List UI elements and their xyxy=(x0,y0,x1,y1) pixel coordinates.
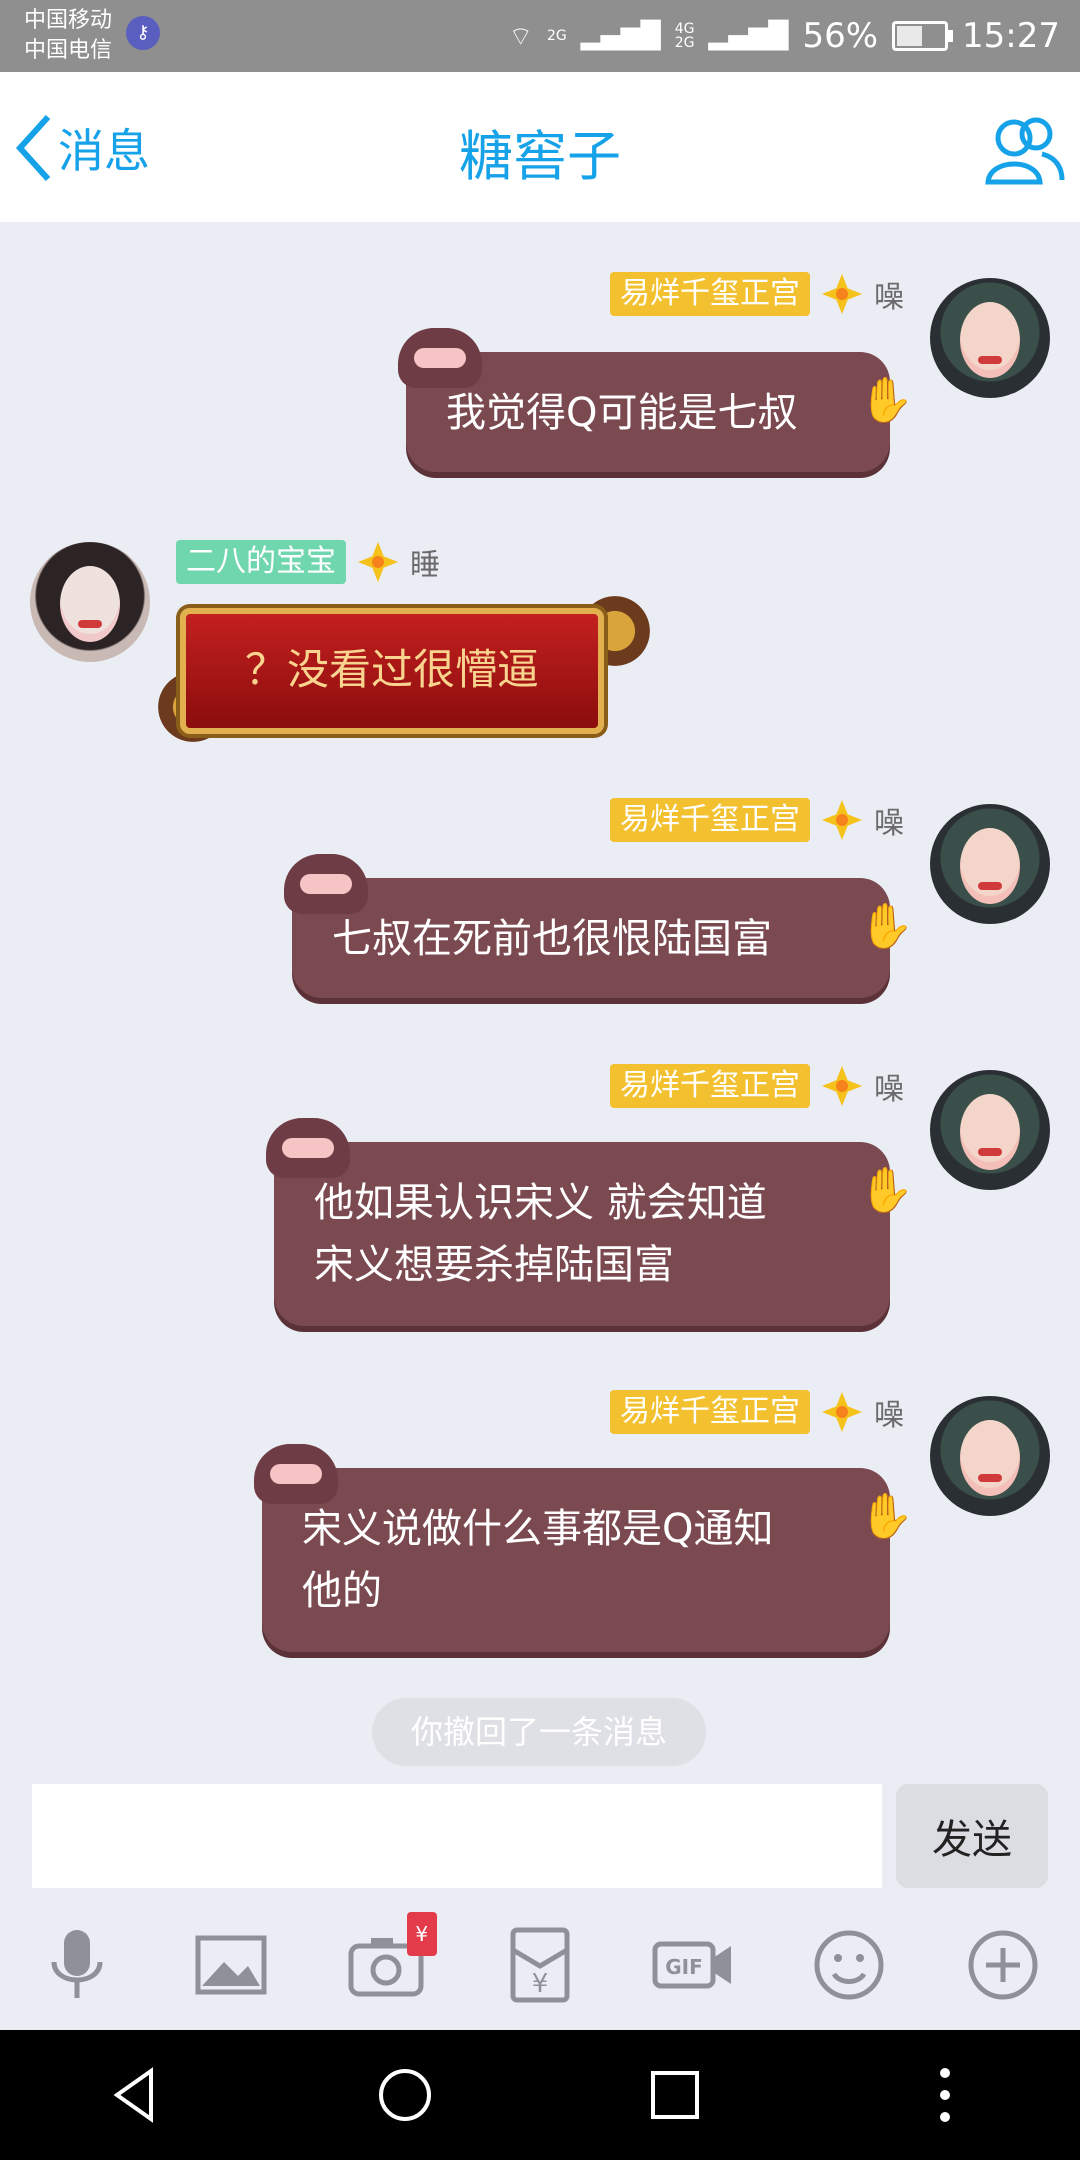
avatar[interactable] xyxy=(930,804,1050,924)
gif-button[interactable]: GIF xyxy=(649,1920,739,2010)
avatar[interactable] xyxy=(30,542,150,662)
battery-icon xyxy=(892,21,954,51)
avatar[interactable] xyxy=(930,278,1050,398)
sender-title-tag: 易烊千玺正宫 xyxy=(610,798,810,842)
back-triangle-icon xyxy=(113,2067,153,2123)
ninja-decoration-icon xyxy=(284,854,368,914)
status-bar: 中国移动 中国电信 ⚷ ⌔ 2G ▂▄▆█ 4G 2G ▂▄▆█ 56% 15:… xyxy=(0,0,1080,72)
message-text: 七叔在死前也很恨陆国富 xyxy=(332,916,772,962)
hand-decoration-icon: ✋ xyxy=(859,375,914,426)
carrier-info: 中国移动 中国电信 xyxy=(24,6,112,66)
image-icon xyxy=(195,1935,267,1995)
message-bubble[interactable]: 七叔在死前也很恨陆国富 ✋ xyxy=(284,854,914,998)
diamond-icon xyxy=(822,800,862,840)
sender-status: 噪 xyxy=(874,280,904,315)
sender-meta: 易烊千玺正宫 噪 xyxy=(610,272,904,316)
system-nav-bar xyxy=(0,2030,1080,2160)
avatar[interactable] xyxy=(930,1396,1050,1516)
message-input[interactable] xyxy=(32,1784,882,1888)
avatar[interactable] xyxy=(930,1070,1050,1190)
nav-more-button[interactable] xyxy=(905,2055,985,2135)
chat-header: 消息 糖窖子 xyxy=(0,72,1080,222)
sender-status: 噪 xyxy=(874,1072,904,1107)
sender-status: 噪 xyxy=(874,1398,904,1433)
plus-icon xyxy=(968,1930,1038,2000)
diamond-icon xyxy=(358,542,398,582)
battery-percent: 56% xyxy=(802,16,879,56)
nav-back-button[interactable] xyxy=(95,2055,175,2135)
ninja-decoration-icon xyxy=(398,328,482,388)
red-packet-button[interactable]: ¥ xyxy=(495,1920,585,2010)
message-text: 他如果认识宋义 就会知道 宋义想要杀掉陆国富 xyxy=(314,1180,767,1288)
hand-decoration-icon: ✋ xyxy=(859,901,914,952)
sender-meta: 易烊千玺正宫 噪 xyxy=(610,1390,904,1434)
recall-notice: 你撤回了一条消息 xyxy=(372,1698,706,1766)
gif-icon: GIF xyxy=(652,1941,732,1989)
chat-title: 糖窖子 xyxy=(459,125,621,188)
input-toolbar: ¥ ¥ GIF xyxy=(0,1910,1080,2020)
hand-decoration-icon: ✋ xyxy=(859,1491,914,1542)
nav-home-button[interactable] xyxy=(365,2055,445,2135)
message-text: 宋义说做什么事都是Q通知 他的 xyxy=(302,1506,774,1614)
sender-status: 睡 xyxy=(410,548,440,583)
svg-text:¥: ¥ xyxy=(532,1969,549,1999)
send-button[interactable]: 发送 xyxy=(896,1784,1048,1888)
input-bar: 发送 ¥ ¥ GIF xyxy=(0,1770,1080,2030)
sender-title-tag: 易烊千玺正宫 xyxy=(610,1064,810,1108)
nav-recents-button[interactable] xyxy=(635,2055,715,2135)
camera-button[interactable]: ¥ xyxy=(341,1912,437,2010)
signal-icon-2: ▂▄▆█ xyxy=(708,21,789,51)
ninja-decoration-icon xyxy=(254,1444,338,1504)
clock: 15:27 xyxy=(962,16,1060,56)
vpn-key-icon: ⚷ xyxy=(126,16,160,50)
diamond-icon xyxy=(822,1066,862,1106)
message-bubble[interactable]: 宋义说做什么事都是Q通知 他的 ✋ xyxy=(254,1444,914,1652)
ninja-decoration-icon xyxy=(266,1118,350,1178)
sender-status: 噪 xyxy=(874,806,904,841)
message-bubble-red[interactable]: ？没看过很懵逼 xyxy=(180,608,604,734)
recents-square-icon xyxy=(651,2071,699,2119)
carrier-2: 中国电信 xyxy=(24,38,113,63)
sender-title-tag: 易烊千玺正宫 xyxy=(610,1390,810,1434)
emoji-icon xyxy=(814,1930,884,2000)
svg-text:GIF: GIF xyxy=(666,1955,704,1979)
more-vert-icon xyxy=(940,2068,950,2122)
message-bubble[interactable]: 我觉得Q可能是七叔 ✋ xyxy=(398,328,914,472)
diamond-icon xyxy=(822,274,862,314)
red-packet-badge: ¥ xyxy=(406,1912,437,1956)
image-button[interactable] xyxy=(186,1920,276,2010)
sender-title-tag: 易烊千玺正宫 xyxy=(610,272,810,316)
home-circle-icon xyxy=(379,2069,431,2121)
signal-icon: ▂▄▆█ xyxy=(580,21,661,51)
sender-meta: 易烊千玺正宫 噪 xyxy=(610,1064,904,1108)
hand-decoration-icon: ✋ xyxy=(859,1165,914,1216)
message-bubble[interactable]: 他如果认识宋义 就会知道 宋义想要杀掉陆国富 ✋ xyxy=(266,1118,914,1326)
emoji-button[interactable] xyxy=(804,1920,894,2010)
microphone-icon xyxy=(51,1930,103,1998)
network-label-1: 2G xyxy=(546,28,567,44)
microphone-button[interactable] xyxy=(32,1920,122,2010)
group-members-button[interactable] xyxy=(982,108,1066,192)
diamond-icon xyxy=(822,1392,862,1432)
battery-fill xyxy=(897,26,922,46)
wifi-icon: ⌔ xyxy=(508,21,533,52)
network-label-2: 4G 2G xyxy=(674,21,695,51)
people-icon xyxy=(985,117,1065,185)
sender-title-tag: 二八的宝宝 xyxy=(176,540,346,584)
sender-meta: 易烊千玺正宫 噪 xyxy=(610,798,904,842)
sender-meta: 二八的宝宝 睡 xyxy=(176,540,440,584)
message-text: ？没看过很懵逼 xyxy=(244,645,539,694)
plus-button[interactable] xyxy=(958,1920,1048,2010)
message-text: 我觉得Q可能是七叔 xyxy=(446,390,798,436)
red-packet-icon: ¥ xyxy=(510,1927,570,2003)
carrier-1: 中国移动 xyxy=(24,8,113,33)
